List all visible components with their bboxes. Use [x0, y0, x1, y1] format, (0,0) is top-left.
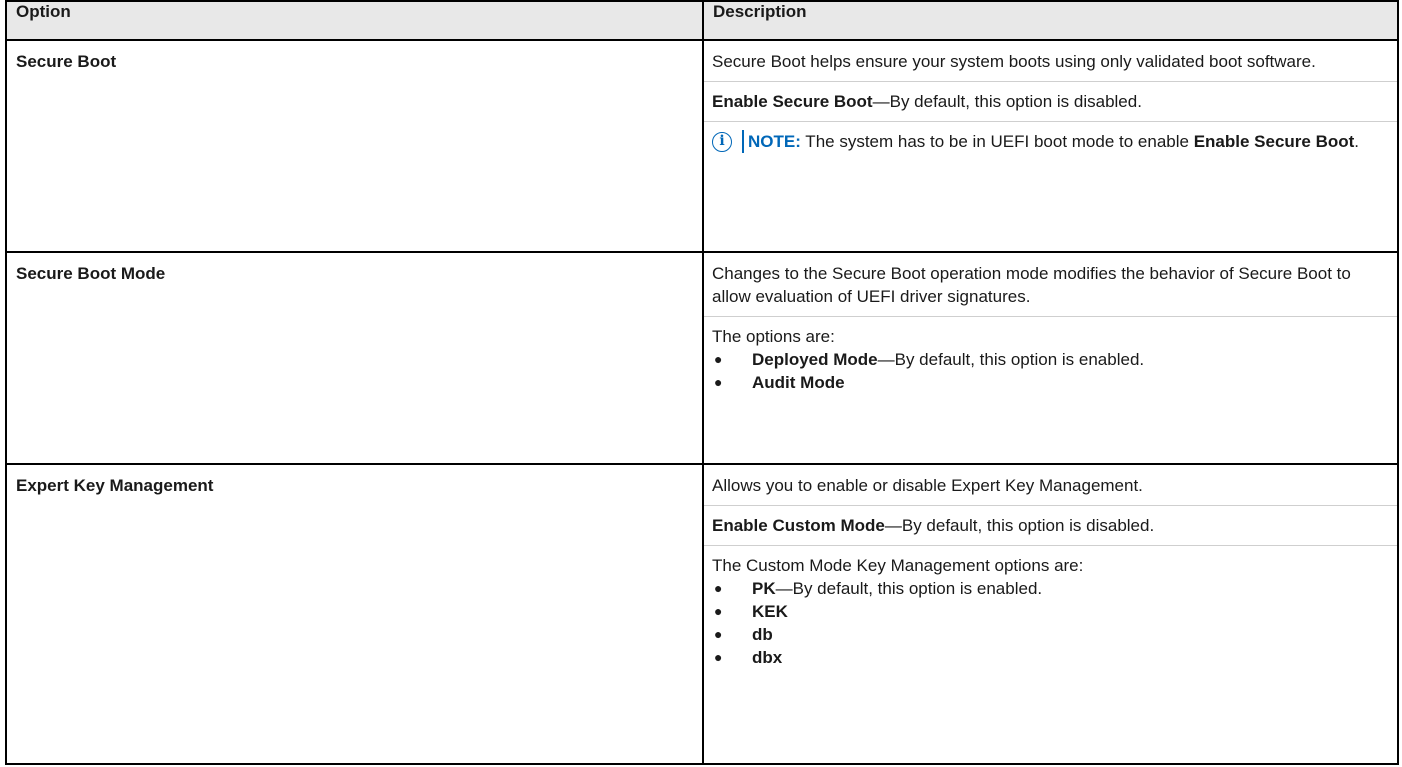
list-item: Audit Mode: [712, 371, 1389, 394]
option-cell: Secure Boot Mode: [5, 251, 704, 465]
list-intro: The options are:: [712, 327, 835, 346]
option-name: Secure Boot: [16, 52, 117, 71]
note-block: i NOTE: The system has to be in UEFI boo…: [712, 130, 1389, 153]
note-bold: Enable Secure Boot: [1193, 132, 1355, 151]
column-header-option: Option: [5, 0, 704, 41]
list-item: Deployed Mode—By default, this option is…: [712, 348, 1389, 371]
table-row: Expert Key Management Allows you to enab…: [5, 463, 1399, 765]
options-table: Option Description Secure Boot Secure Bo…: [5, 0, 1399, 765]
table-row: Secure Boot Secure Boot helps ensure you…: [5, 39, 1399, 253]
description-cell: Changes to the Secure Boot operation mod…: [702, 251, 1399, 465]
divider: [704, 545, 1397, 546]
divider: [704, 505, 1397, 506]
option-cell: Expert Key Management: [5, 463, 704, 765]
divider: [704, 316, 1397, 317]
option-name: Secure Boot Mode: [16, 264, 166, 283]
default-setting: Enable Secure Boot—By default, this opti…: [712, 92, 1142, 111]
description-text: Allows you to enable or disable Expert K…: [712, 476, 1143, 495]
description-text: Changes to the Secure Boot operation mod…: [712, 264, 1351, 306]
description-cell: Allows you to enable or disable Expert K…: [702, 463, 1399, 765]
list-item: dbx: [712, 646, 1389, 669]
list-item: PK—By default, this option is enabled.: [712, 577, 1389, 600]
description-cell: Secure Boot helps ensure your system boo…: [702, 39, 1399, 253]
divider: [704, 81, 1397, 82]
default-setting: Enable Custom Mode—By default, this opti…: [712, 516, 1155, 535]
list-intro: The Custom Mode Key Management options a…: [712, 556, 1084, 575]
table-header-row: Option Description: [5, 0, 1399, 41]
column-header-description: Description: [702, 0, 1399, 41]
note-text: The system has to be in UEFI boot mode t…: [800, 132, 1194, 151]
option-name: Expert Key Management: [16, 476, 214, 495]
options-list: Deployed Mode—By default, this option is…: [712, 348, 1389, 394]
info-circle-icon: i: [712, 130, 742, 152]
list-item: KEK: [712, 600, 1389, 623]
list-item: db: [712, 623, 1389, 646]
table-row: Secure Boot Mode Changes to the Secure B…: [5, 251, 1399, 465]
option-cell: Secure Boot: [5, 39, 704, 253]
divider: [704, 121, 1397, 122]
description-text: Secure Boot helps ensure your system boo…: [712, 52, 1316, 71]
options-list: PK—By default, this option is enabled. K…: [712, 577, 1389, 669]
note-label: NOTE:: [748, 132, 801, 151]
